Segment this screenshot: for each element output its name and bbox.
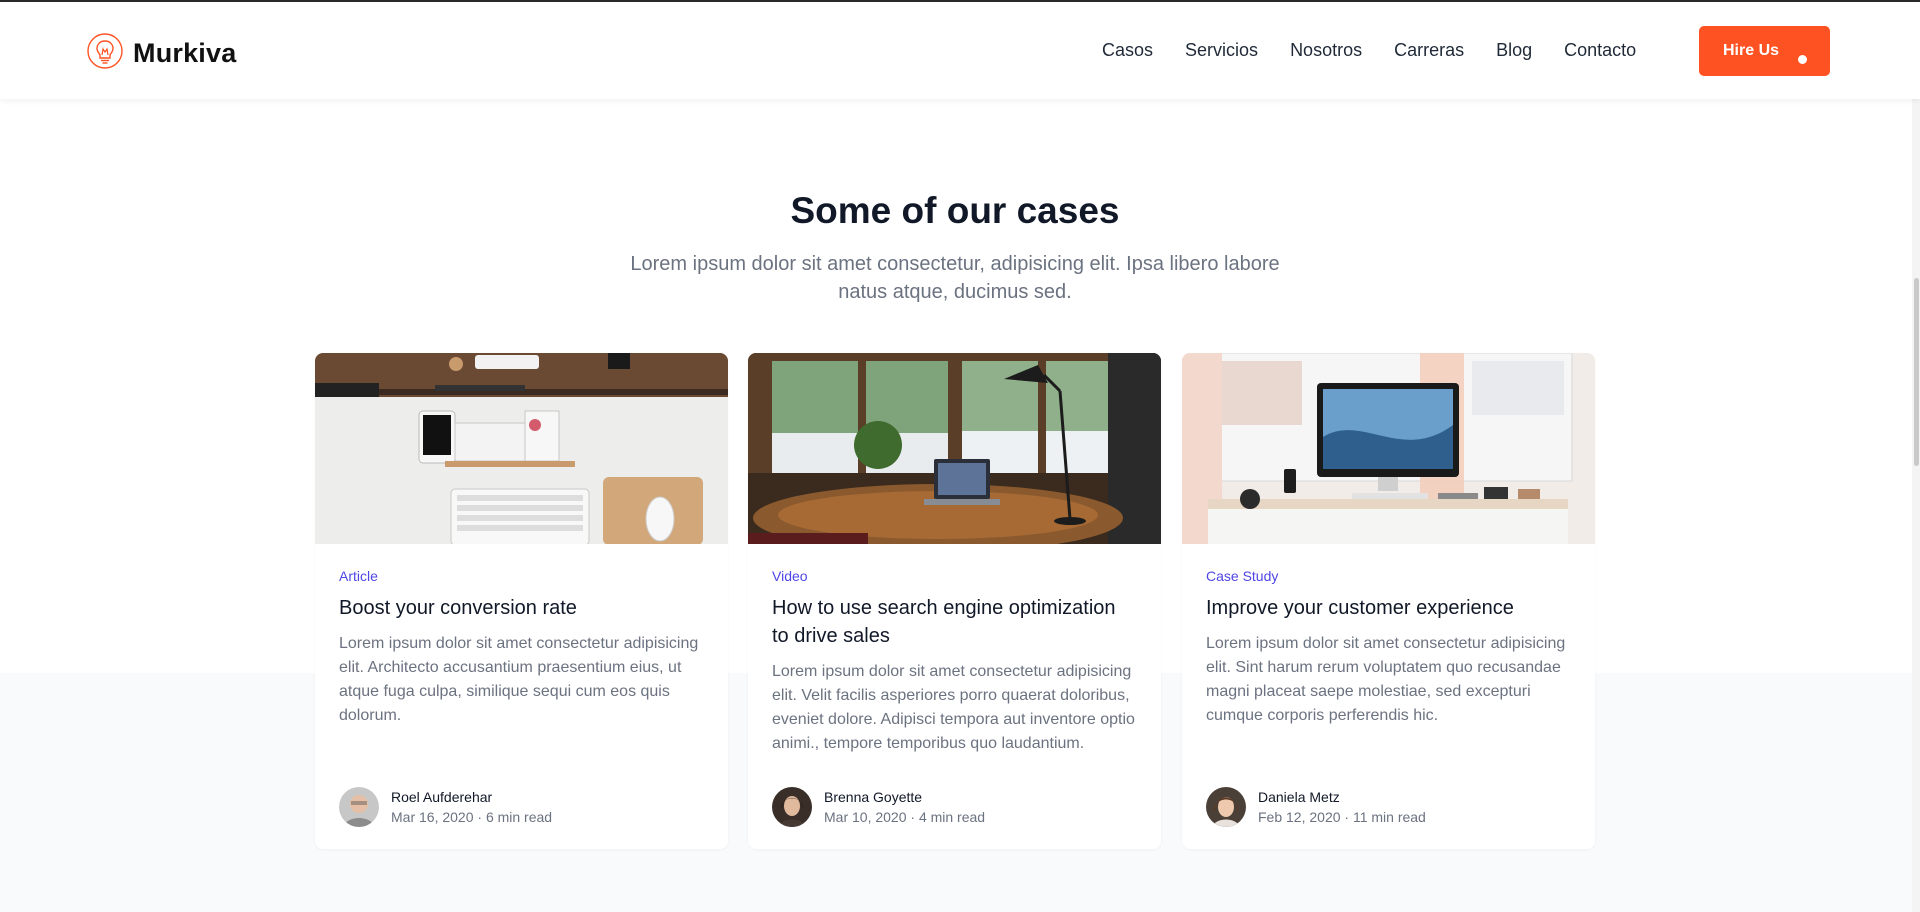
nav-item-casos[interactable]: Casos <box>1102 40 1153 61</box>
scrollbar[interactable] <box>1912 99 1920 912</box>
card-description: Lorem ipsum dolor sit amet consectetur a… <box>1206 635 1566 724</box>
case-card[interactable]: Video How to use search engine optimizat… <box>748 353 1161 849</box>
nav-item-carreras[interactable]: Carreras <box>1394 40 1464 61</box>
card-author: Roel Aufderehar Mar 16, 2020 · 6 min rea… <box>339 787 552 827</box>
hire-us-label: Hire Us <box>1723 42 1780 59</box>
hire-us-button[interactable]: Hire Us <box>1699 26 1830 76</box>
scrollbar-thumb[interactable] <box>1914 278 1919 466</box>
author-name[interactable]: Daniela Metz <box>1258 787 1426 807</box>
brand-name: Murkiva <box>133 38 237 68</box>
card-description: Lorem ipsum dolor sit amet consectetur a… <box>772 663 1135 752</box>
post-date: Feb 12, 2020 · 11 min read <box>1258 809 1426 825</box>
avatar[interactable] <box>1206 787 1246 827</box>
card-title[interactable]: Improve your customer experience <box>1206 594 1571 622</box>
card-title[interactable]: How to use search engine optimization to… <box>772 594 1137 650</box>
lightbulb-logo-icon <box>86 32 124 75</box>
card-title[interactable]: Boost your conversion rate <box>339 594 704 622</box>
section-subtitle: Lorem ipsum dolor sit amet consectetur, … <box>630 253 1280 303</box>
author-name[interactable]: Brenna Goyette <box>824 787 985 807</box>
avatar[interactable] <box>339 787 379 827</box>
nav-item-blog[interactable]: Blog <box>1496 40 1532 61</box>
author-name[interactable]: Roel Aufderehar <box>391 787 552 807</box>
card-category[interactable]: Case Study <box>1206 568 1571 584</box>
logo[interactable]: Murkiva <box>86 32 236 75</box>
card-author: Brenna Goyette Mar 10, 2020 · 4 min read <box>772 787 985 827</box>
post-date: Mar 16, 2020 · 6 min read <box>391 809 553 825</box>
card-author: Daniela Metz Feb 12, 2020 · 11 min read <box>1206 787 1426 827</box>
card-image-desk-top-view <box>315 353 728 544</box>
card-image-imac-desk <box>1182 353 1595 544</box>
nav-item-servicios[interactable]: Servicios <box>1185 40 1258 61</box>
card-image-laptop-window <box>748 353 1161 544</box>
section-title: Some of our cases <box>790 190 1120 231</box>
navbar: Murkiva Casos Servicios Nosotros Carrera… <box>0 2 1920 99</box>
card-category[interactable]: Article <box>339 568 704 584</box>
card-description: Lorem ipsum dolor sit amet consectetur a… <box>339 635 699 724</box>
card-category[interactable]: Video <box>772 568 1137 584</box>
case-card[interactable]: Case Study Improve your customer experie… <box>1182 353 1595 849</box>
main-menu: Casos Servicios Nosotros Carreras Blog C… <box>1102 40 1668 61</box>
nav-item-contacto[interactable]: Contacto <box>1564 40 1636 61</box>
case-card[interactable]: Article Boost your conversion rate Lorem… <box>315 353 728 849</box>
dot-icon <box>1798 55 1807 64</box>
post-date: Mar 10, 2020 · 4 min read <box>824 809 986 825</box>
nav-item-nosotros[interactable]: Nosotros <box>1290 40 1362 61</box>
avatar[interactable] <box>772 787 812 827</box>
